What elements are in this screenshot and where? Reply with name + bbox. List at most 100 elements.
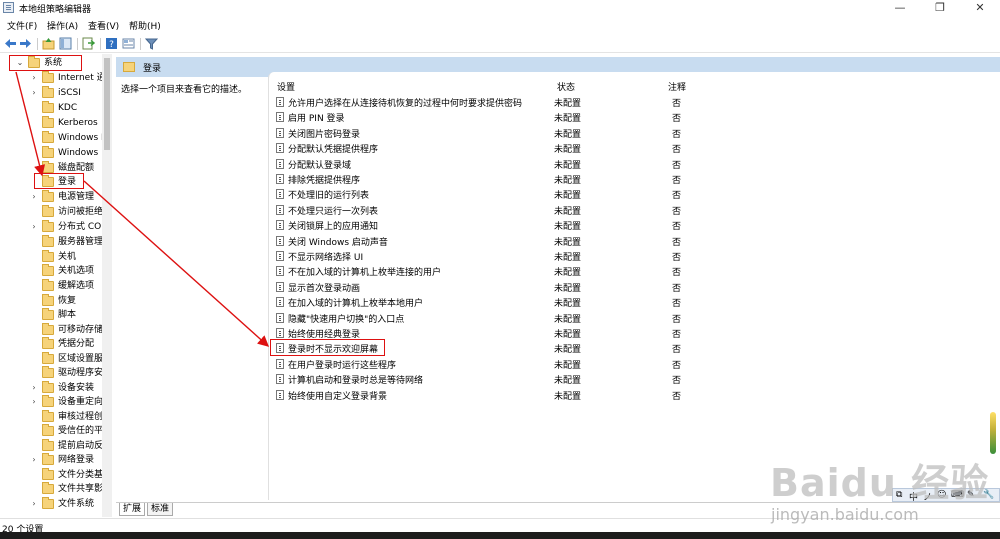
tree-item[interactable]: 文件共享影 <box>30 482 106 496</box>
folder-icon <box>42 482 54 494</box>
setting-state: 未配置 <box>554 114 582 124</box>
setting-state: 未配置 <box>554 345 582 355</box>
table-row[interactable]: 在用户登录时运行这些程序 未配置 否 <box>0 357 1000 372</box>
tree-item[interactable]: › Internet 通 <box>30 71 106 85</box>
table-row[interactable]: 登录时不显示欢迎屏幕 未配置否 <box>0 341 1000 356</box>
properties-icon[interactable] <box>122 37 135 50</box>
tree-item[interactable]: 文件分类基 <box>30 468 106 482</box>
up-folder-icon[interactable] <box>42 37 55 50</box>
setting-note: 否 <box>672 114 682 124</box>
setting-note: 否 <box>672 268 682 278</box>
setting-note: 否 <box>672 315 682 325</box>
policy-setting-icon <box>276 297 284 307</box>
tree-item[interactable]: 提前启动反 <box>30 439 106 453</box>
setting-state: 未配置 <box>554 207 582 217</box>
policy-setting-icon <box>276 251 284 261</box>
setting-state: 未配置 <box>554 161 582 171</box>
setting-state: 未配置 <box>554 222 582 232</box>
group-policy-editor-window: 本地组策略编辑器 — ❐ ✕ 文件(F) 操作(A) 查看(V) 帮助(H) ?… <box>0 0 1000 539</box>
toolbar-separator <box>100 38 101 50</box>
tree-item[interactable]: 受信任的平 <box>30 424 106 438</box>
highlight-logon <box>34 173 84 189</box>
show-hide-tree-icon[interactable] <box>59 37 72 50</box>
table-row[interactable]: 不在加入域的计算机上枚举连接的用户 未配置 否 <box>0 264 1000 279</box>
policy-setting-icon <box>276 390 284 400</box>
table-row[interactable]: 关闭锁屏上的应用通知 未配置 否 <box>0 218 1000 233</box>
table-row[interactable]: 不处理旧的运行列表 未配置 否 <box>0 187 1000 202</box>
table-row[interactable]: 关闭 Windows 启动声音 未配置 否 <box>0 234 1000 249</box>
setting-name: 不处理旧的运行列表 <box>288 191 370 201</box>
folder-icon <box>42 424 54 436</box>
setting-state: 未配置 <box>554 145 582 155</box>
tree-item[interactable]: 审核过程创 <box>30 410 106 424</box>
setting-note: 否 <box>672 145 682 155</box>
table-row[interactable]: 不处理只运行一次列表 未配置 否 <box>0 203 1000 218</box>
table-row[interactable]: 显示首次登录动画 未配置 否 <box>0 280 1000 295</box>
tab-extended[interactable]: 扩展 <box>119 503 146 516</box>
setting-note: 否 <box>672 253 682 263</box>
table-row[interactable]: 排除凭据提供程序 未配置 否 <box>0 172 1000 187</box>
setting-note: 否 <box>672 222 682 232</box>
svg-text:?: ? <box>109 40 114 50</box>
chevron-right-icon[interactable]: › <box>30 71 38 85</box>
table-row[interactable]: 计算机启动和登录时总是等待网络 未配置 否 <box>0 372 1000 387</box>
table-row[interactable]: 关闭图片密码登录 未配置 否 <box>0 126 1000 141</box>
forward-icon[interactable] <box>19 37 32 50</box>
toolbar-separator <box>37 38 38 50</box>
close-button[interactable]: ✕ <box>960 0 1000 16</box>
setting-name: 关闭 Windows 启动声音 <box>288 238 388 248</box>
chevron-right-icon[interactable]: › <box>30 497 38 511</box>
minimize-button[interactable]: — <box>880 0 920 16</box>
export-list-icon[interactable] <box>82 37 95 50</box>
table-row[interactable]: 不显示网络选择 UI 未配置 否 <box>0 249 1000 264</box>
tree-item-label: Internet 通 <box>58 73 106 83</box>
table-row[interactable]: 隐藏"快速用户切换"的入口点 未配置 否 <box>0 311 1000 326</box>
table-row[interactable]: 允许用户选择在从连接待机恢复的过程中何时要求提供密码 未配置 否 <box>0 95 1000 110</box>
setting-note: 否 <box>672 176 682 186</box>
back-icon[interactable] <box>4 37 17 50</box>
help-icon[interactable]: ? <box>105 37 118 50</box>
setting-name: 隐藏"快速用户切换"的入口点 <box>288 315 405 325</box>
table-row[interactable]: 启用 PIN 登录 未配置 否 <box>0 110 1000 125</box>
policy-setting-icon <box>276 374 284 384</box>
table-row[interactable]: 始终使用自定义登录背景 未配置 否 <box>0 388 1000 403</box>
menu-help[interactable]: 帮助(H) <box>129 19 161 32</box>
setting-name: 排除凭据提供程序 <box>288 176 361 186</box>
menu-file[interactable]: 文件(F) <box>7 19 37 32</box>
policy-setting-icon <box>276 189 284 199</box>
folder-icon <box>42 71 54 83</box>
policy-setting-icon <box>276 112 284 122</box>
column-header-note[interactable]: 注释 <box>668 80 686 93</box>
tab-standard[interactable]: 标准 <box>147 503 174 516</box>
category-title: 登录 <box>143 64 162 74</box>
table-row[interactable]: 分配默认登录域 未配置 否 <box>0 157 1000 172</box>
setting-state: 未配置 <box>554 315 582 325</box>
folder-icon <box>42 439 54 451</box>
setting-note: 否 <box>672 330 682 340</box>
filter-icon[interactable] <box>145 37 158 50</box>
tree-item[interactable]: › 网络登录 <box>30 453 106 467</box>
tree-item[interactable]: › 文件系统 <box>30 497 106 511</box>
column-header-state[interactable]: 状态 <box>557 80 575 93</box>
setting-state: 未配置 <box>554 191 582 201</box>
tree-item-label: 提前启动反 <box>58 441 104 451</box>
setting-note: 否 <box>672 99 682 109</box>
policy-setting-icon <box>276 143 284 153</box>
folder-icon <box>42 453 54 465</box>
setting-name: 关闭图片密码登录 <box>288 130 361 140</box>
table-row[interactable]: 在加入域的计算机上枚举本地用户 未配置 否 <box>0 295 1000 310</box>
policy-setting-icon <box>276 328 284 338</box>
watermark-url: jingyan.baidu.com <box>771 505 919 524</box>
policy-setting-icon <box>276 313 284 323</box>
folder-icon <box>42 497 54 509</box>
window-title: 本地组策略编辑器 <box>19 5 92 15</box>
chevron-right-icon[interactable]: › <box>30 453 38 467</box>
table-row[interactable]: 始终使用经典登录 未配置否 <box>0 326 1000 341</box>
column-header-setting[interactable]: 设置 <box>277 80 295 93</box>
table-row[interactable]: 分配默认凭据提供程序 未配置 否 <box>0 141 1000 156</box>
toolbar-separator <box>77 38 78 50</box>
menu-action[interactable]: 操作(A) <box>47 19 78 32</box>
maximize-button[interactable]: ❐ <box>920 0 960 16</box>
folder-icon <box>123 62 135 72</box>
menu-view[interactable]: 查看(V) <box>88 19 119 32</box>
